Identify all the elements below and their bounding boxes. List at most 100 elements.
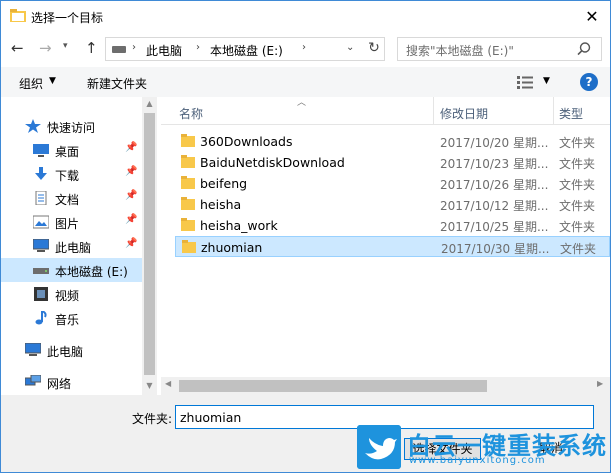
file-row[interactable]: heisha 2017/10/12 星期... 文件夹 [175,194,610,215]
download-icon [35,167,47,180]
computer-icon [25,343,41,356]
folder-icon [182,240,196,253]
pin-icon: 📌 [125,214,138,225]
command-bar: 组织 ▼ 新建文件夹 ▼ ? [1,67,610,97]
scroll-left-icon[interactable]: ◀ [165,379,171,388]
sidebar-item-this-pc[interactable]: 此电脑 [1,338,142,362]
file-type: 文件夹 [560,242,597,256]
sidebar-item-quick-access[interactable]: 快速访问 [1,114,142,138]
file-row[interactable]: 360Downloads 2017/10/20 星期... 文件夹 [175,131,610,152]
folder-field-value: zhuomian [180,410,242,425]
file-date: 2017/10/26 星期... [440,178,549,192]
back-arrow-icon[interactable]: ← [11,39,29,57]
chevron-right-icon[interactable]: › [196,42,200,53]
column-type[interactable]: 类型 [559,105,583,122]
column-divider[interactable] [553,97,554,125]
search-box[interactable]: 搜索"本地磁盘 (E:)" [397,37,602,61]
bird-logo-icon [357,425,401,469]
organize-button[interactable]: 组织 [19,75,43,92]
scroll-thumb[interactable] [179,380,487,392]
file-row[interactable]: BaiduNetdiskDownload 2017/10/23 星期... 文件夹 [175,152,610,173]
sidebar-item-videos[interactable]: 视频 [1,282,142,306]
scroll-right-icon[interactable]: ▶ [597,379,603,388]
file-date: 2017/10/25 星期... [440,220,549,234]
column-name[interactable]: 名称 [179,105,203,122]
drive-icon [33,268,49,274]
forward-arrow-icon[interactable]: → [39,39,57,57]
file-list: 名称 ︿ 修改日期 类型 360Downloads 2017/10/20 星期..… [161,97,610,377]
folder-icon [10,9,26,22]
chevron-right-icon[interactable]: › [132,42,136,53]
pin-icon: 📌 [125,142,138,153]
select-target-dialog: 选择一个目标 ✕ ← → ▾ ↑ › 此电脑 › 本地磁盘 (E:) › ⌄ ↻… [0,0,611,473]
file-date: 2017/10/23 星期... [440,157,549,171]
chevron-down-icon[interactable]: ⌄ [346,42,354,53]
sidebar-item-label: 此电脑 [55,241,92,255]
file-name: zhuomian [201,240,263,255]
watermark: 白云一键重装系统 www.baiyunxitong.com [357,425,607,469]
chevron-down-icon[interactable]: ▼ [543,76,550,86]
watermark-url: www.baiyunxitong.com [409,455,546,466]
drive-icon [112,46,126,53]
folder-field-label: 文件夹: [132,412,173,426]
folder-icon [181,176,195,189]
sidebar-item-music[interactable]: 音乐 [1,306,142,330]
chevron-right-icon[interactable]: › [302,42,306,53]
breadcrumb-local-disk[interactable]: 本地磁盘 (E:) [210,42,283,59]
search-placeholder: 搜索"本地磁盘 (E:)" [406,44,514,58]
file-type: 文件夹 [559,199,596,213]
sidebar-item-this-pc-pinned[interactable]: 此电脑 📌 [1,234,142,258]
scroll-thumb[interactable] [144,113,155,375]
file-name: BaiduNetdiskDownload [200,155,345,170]
scroll-up-icon[interactable]: ▲ [142,99,157,108]
address-bar[interactable]: › 此电脑 › 本地磁盘 (E:) › ⌄ ↻ [105,37,385,61]
pin-icon: 📌 [125,166,138,177]
sidebar-item-label: 文档 [55,193,80,207]
file-name: beifeng [200,176,248,191]
file-date: 2017/10/30 星期... [441,242,550,256]
file-row[interactable]: beifeng 2017/10/26 星期... 文件夹 [175,173,610,194]
up-arrow-icon[interactable]: ↑ [85,39,98,57]
folder-icon [181,197,195,210]
title-bar: 选择一个目标 ✕ [1,1,610,32]
folder-icon [181,218,195,231]
sidebar-item-desktop[interactable]: 桌面 📌 [1,138,142,162]
navigation-pane: 快速访问 桌面 📌 下载 📌 文档 📌 图片 📌 此电脑 📌 本地磁盘 (E:)… [1,97,157,395]
refresh-icon[interactable]: ↻ [364,40,384,56]
video-icon [34,287,48,301]
sidebar-item-local-disk-e[interactable]: 本地磁盘 (E:) [1,258,142,282]
sidebar-item-documents[interactable]: 文档 📌 [1,186,142,210]
sort-ascending-icon: ︿ [297,98,307,108]
column-date[interactable]: 修改日期 [440,105,488,122]
file-type: 文件夹 [559,157,596,171]
sidebar-item-network[interactable]: 网络 [1,370,142,394]
search-icon [577,42,591,56]
help-icon[interactable]: ? [580,73,598,91]
view-options-icon[interactable] [517,75,533,89]
recent-locations-chevron-icon[interactable]: ▾ [63,41,68,51]
network-icon [25,375,41,386]
sidebar-item-pictures[interactable]: 图片 📌 [1,210,142,234]
horizontal-scrollbar[interactable]: ◀ ▶ [161,377,610,395]
sidebar-item-label: 视频 [55,289,80,303]
close-button[interactable]: ✕ [574,1,610,32]
star-icon [25,119,41,133]
computer-icon [33,239,49,252]
desktop-icon [33,144,49,157]
scroll-down-icon[interactable]: ▼ [142,381,157,390]
file-row[interactable]: zhuomian 2017/10/30 星期... 文件夹 [175,236,610,257]
file-name: 360Downloads [200,134,293,149]
sidebar-scrollbar[interactable]: ▲ ▼ [142,97,157,395]
file-row[interactable]: heisha_work 2017/10/25 星期... 文件夹 [175,215,610,236]
sidebar-item-label: 快速访问 [47,121,96,135]
column-divider[interactable] [433,97,434,125]
chevron-down-icon[interactable]: ▼ [49,76,56,86]
sidebar-item-downloads[interactable]: 下载 📌 [1,162,142,186]
file-date: 2017/10/12 星期... [440,199,549,213]
new-folder-button[interactable]: 新建文件夹 [87,75,147,92]
close-icon: ✕ [585,7,599,26]
document-icon [35,191,47,205]
breadcrumb-this-pc[interactable]: 此电脑 [146,42,182,59]
pin-icon: 📌 [125,190,138,201]
sidebar-item-label: 此电脑 [47,345,84,359]
